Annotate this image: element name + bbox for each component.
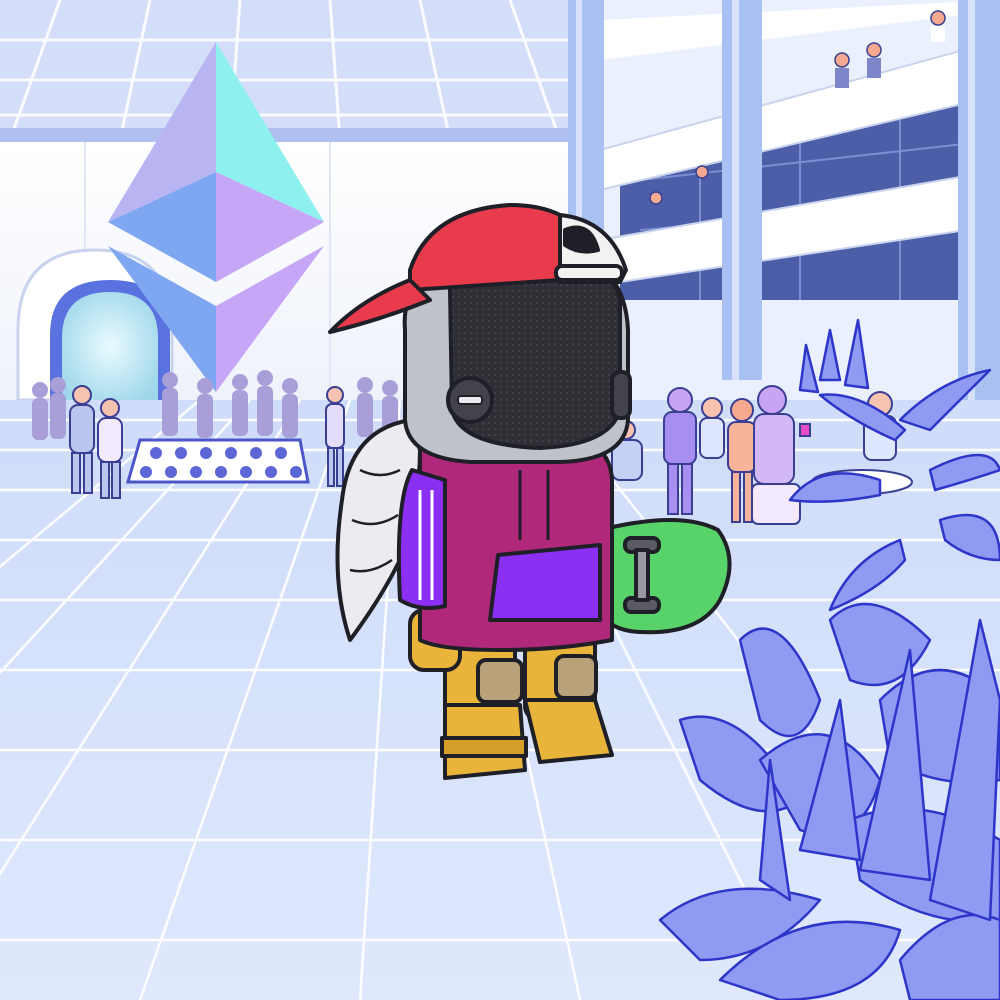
hoodie [396,429,614,652]
logo-pedestal [126,438,310,484]
scene [0,0,1000,1000]
atrium-balconies [568,0,1000,430]
skateboard [598,518,732,635]
